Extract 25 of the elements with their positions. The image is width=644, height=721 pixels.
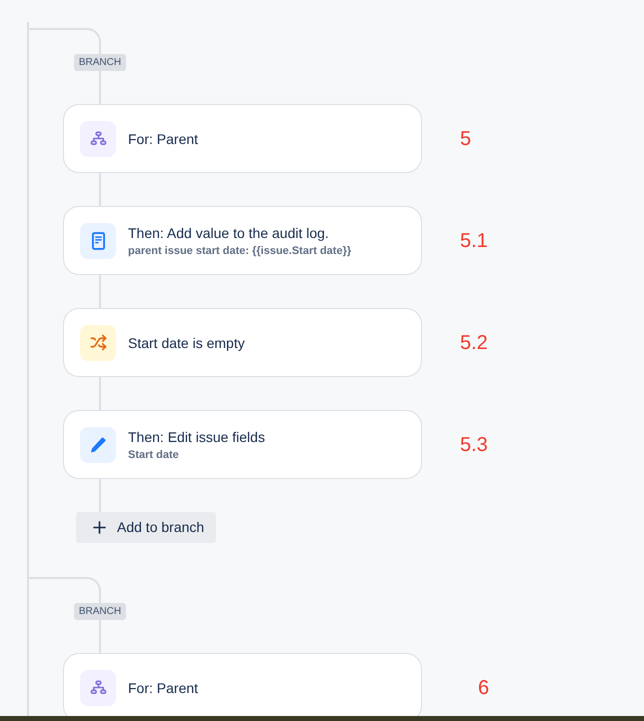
step-title: Then: Edit issue fields [128, 428, 265, 446]
step-card[interactable]: Then: Add value to the audit log. parent issue start date: {{issue.Start date}} [63, 206, 422, 275]
document-icon [80, 222, 116, 258]
add-to-branch-button[interactable]: Add to branch [76, 512, 216, 543]
pencil-icon [80, 426, 116, 462]
branch-tag: BRANCH [74, 603, 126, 620]
step-card[interactable]: For: Parent [63, 653, 422, 716]
step-number-annotation: 6 [478, 676, 490, 700]
step-title: Start date is empty [128, 334, 245, 352]
step-number-annotation: 5.1 [460, 228, 488, 252]
hierarchy-icon [80, 670, 116, 706]
step-title: For: Parent [128, 130, 198, 148]
step-detail: Start date [128, 448, 180, 462]
step-detail: parent issue start date: {{issue.Start date}} [128, 244, 352, 258]
step-card[interactable]: For: Parent [63, 104, 422, 173]
step-number-annotation: 5.3 [460, 432, 488, 456]
step-card[interactable]: Start date is empty [63, 308, 422, 377]
step-number-annotation: 5.2 [460, 330, 488, 354]
shuffle-icon [80, 324, 116, 360]
step-card[interactable]: Then: Edit issue fields Start date [63, 410, 422, 479]
hierarchy-icon [80, 120, 116, 156]
branch-tag: BRANCH [74, 54, 126, 71]
step-title: Then: Add value to the audit log. [128, 224, 330, 242]
step-title: For: Parent [128, 678, 198, 696]
step-number-annotation: 5 [460, 126, 472, 150]
